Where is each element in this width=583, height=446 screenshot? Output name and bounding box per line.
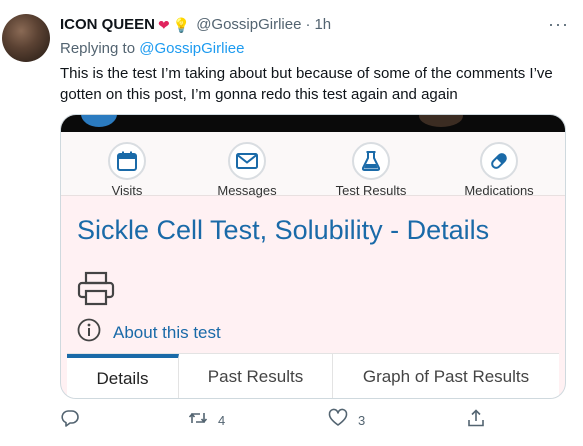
nav-label-messages: Messages bbox=[217, 183, 277, 198]
info-icon bbox=[77, 318, 101, 347]
nav-item-visits[interactable]: Visits bbox=[67, 142, 187, 198]
display-name[interactable]: ICON QUEEN bbox=[60, 16, 155, 33]
tab-graph-of-past-results[interactable]: Graph of Past Results bbox=[333, 354, 559, 398]
nav-item-medications[interactable]: Medications bbox=[439, 142, 559, 198]
media-top-bar bbox=[61, 115, 565, 132]
tweet-text: This is the test I’m taking about but be… bbox=[60, 65, 553, 103]
app-header-shape bbox=[81, 115, 117, 127]
tweet-header: ICON QUEEN ❤ 💡 @GossipGirliee · 1h bbox=[60, 16, 331, 33]
nav-label-visits: Visits bbox=[111, 183, 143, 198]
replying-prefix: Replying to bbox=[60, 40, 140, 57]
more-options-icon[interactable]: ··· bbox=[548, 14, 569, 35]
share-button[interactable] bbox=[466, 408, 486, 433]
results-tabs: Details Past Results Graph of Past Resul… bbox=[67, 353, 559, 398]
heart-outline-icon bbox=[328, 408, 348, 433]
profile-photo-shape bbox=[419, 115, 463, 127]
nav-label-medications: Medications bbox=[464, 183, 534, 198]
printer-icon[interactable] bbox=[77, 271, 115, 312]
tweet-actions: 4 3 bbox=[60, 408, 490, 432]
replying-to-link[interactable]: @GossipGirliee bbox=[139, 40, 244, 57]
calendar-icon bbox=[108, 142, 146, 180]
about-this-test[interactable]: About this test bbox=[77, 318, 221, 347]
like-button[interactable]: 3 bbox=[328, 408, 365, 433]
reply-button[interactable] bbox=[60, 408, 80, 433]
like-count: 3 bbox=[358, 413, 366, 428]
about-this-test-link[interactable]: About this test bbox=[113, 323, 221, 343]
nav-item-messages[interactable]: Messages bbox=[187, 142, 307, 198]
tab-details[interactable]: Details bbox=[67, 354, 179, 398]
pill-icon bbox=[480, 142, 518, 180]
lightbulb-icon: 💡 bbox=[172, 16, 191, 33]
envelope-icon bbox=[228, 142, 266, 180]
avatar[interactable] bbox=[2, 14, 50, 62]
nav-item-test-results[interactable]: Test Results bbox=[311, 142, 431, 198]
page-title: Sickle Cell Test, Solubility - Details bbox=[77, 215, 490, 245]
retweet-button[interactable]: 4 bbox=[188, 408, 225, 433]
replying-to: Replying to @GossipGirliee bbox=[60, 40, 244, 57]
retweet-icon bbox=[188, 408, 208, 433]
retweet-count: 4 bbox=[218, 413, 226, 428]
app-nav-bar: Visits Messages Test Results Medications bbox=[61, 132, 565, 198]
nav-label-test-results: Test Results bbox=[335, 183, 407, 198]
separator-dot: · bbox=[305, 16, 311, 33]
reply-icon bbox=[60, 408, 80, 433]
tab-past-results[interactable]: Past Results bbox=[179, 354, 333, 398]
tweet-media[interactable]: Visits Messages Test Results Medications… bbox=[60, 114, 566, 399]
heart-icon: ❤ bbox=[158, 16, 170, 33]
user-handle[interactable]: @GossipGirliee bbox=[196, 16, 301, 33]
timestamp[interactable]: 1h bbox=[314, 16, 331, 33]
share-icon bbox=[466, 408, 486, 433]
flask-icon bbox=[352, 142, 390, 180]
